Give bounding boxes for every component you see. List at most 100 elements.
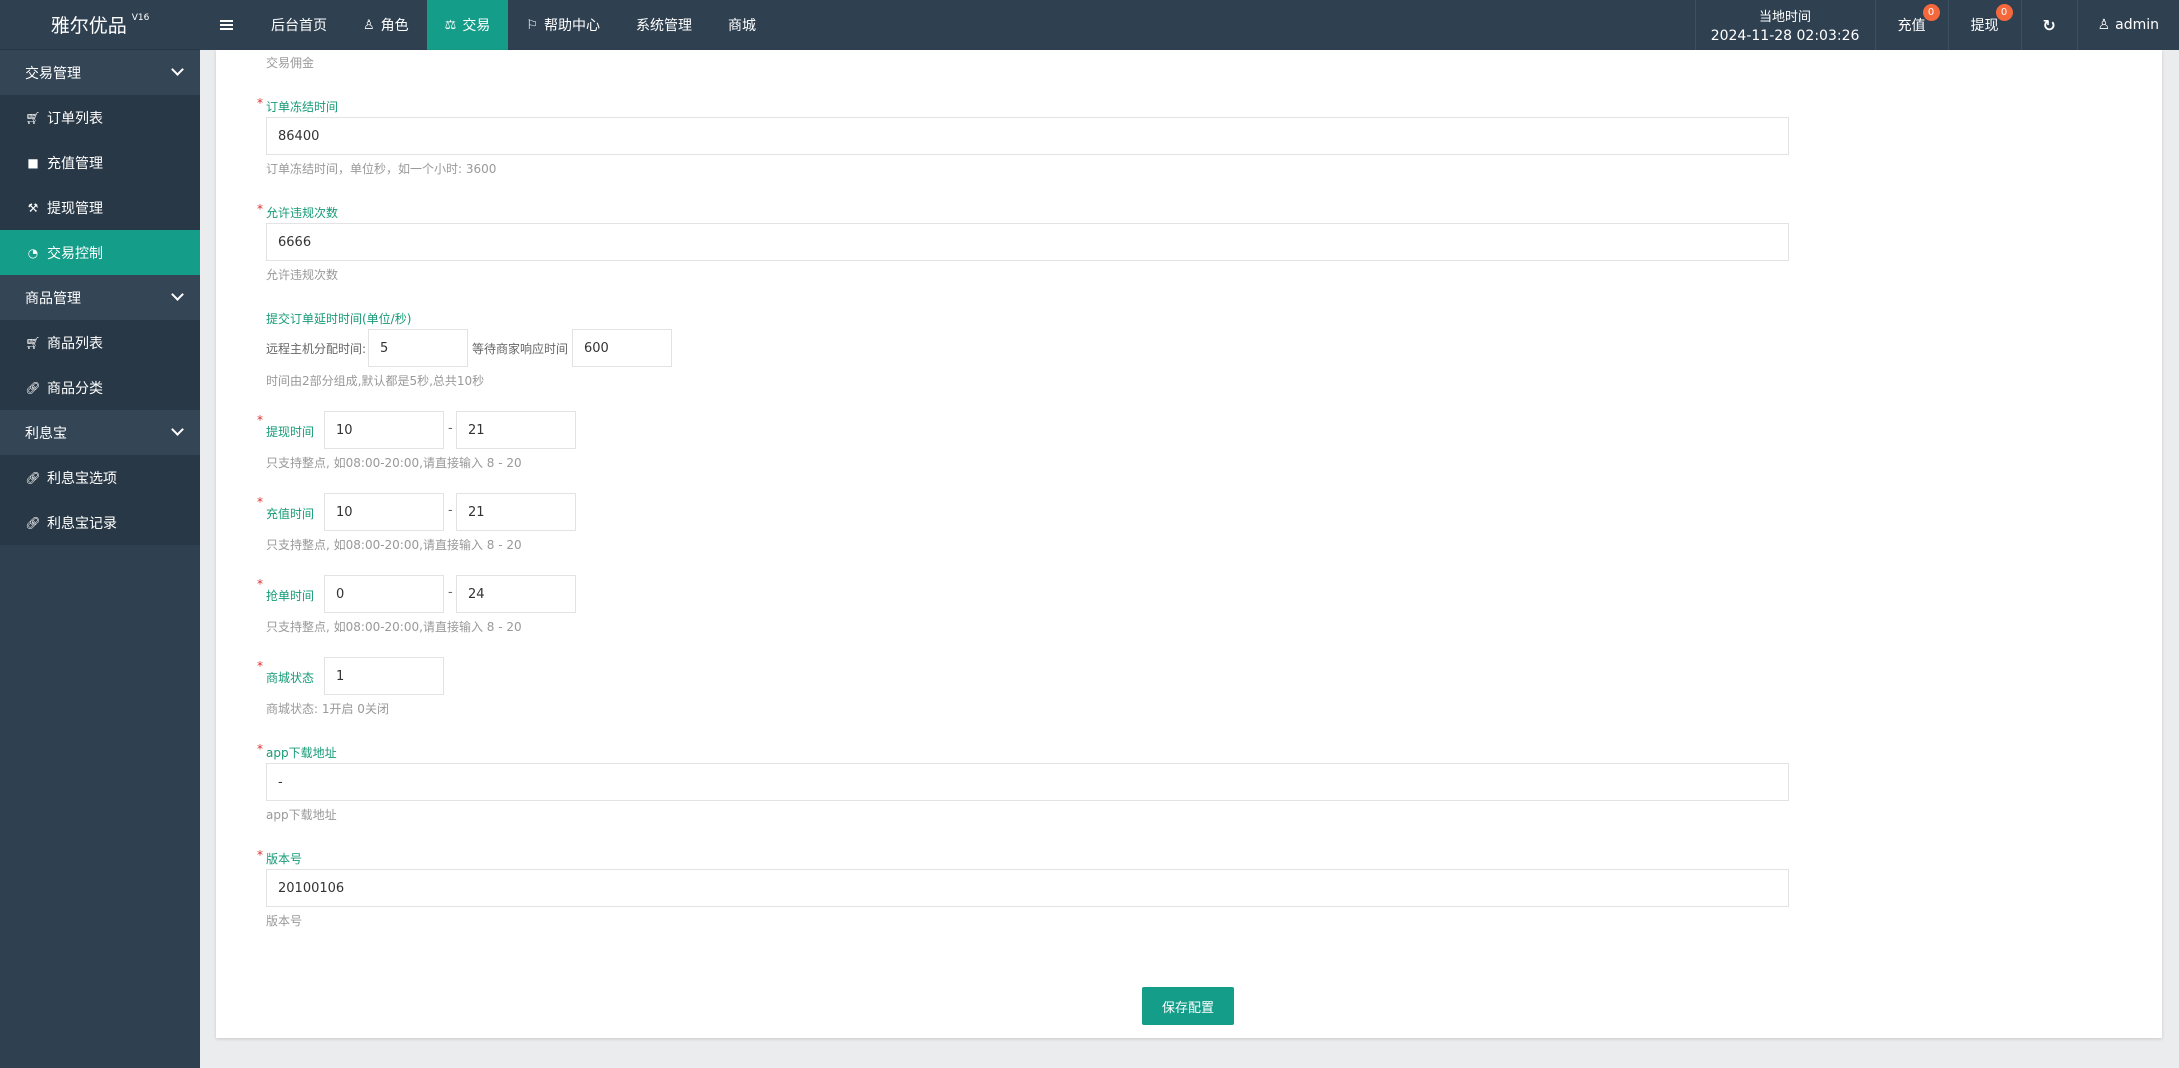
recharge-time-help: 只支持整点, 如08:00-20:00,请直接输入 8 - 20 — [266, 538, 522, 552]
withdraw-time-label: 提现时间 — [266, 425, 315, 439]
recharge-badge: 0 — [1922, 4, 1940, 21]
nav-trade[interactable]: ⚖ 交易 — [426, 0, 509, 50]
sidebar-group-label: 商品管理 — [25, 290, 81, 307]
version-label: 版本号 — [266, 852, 303, 866]
refresh-button[interactable]: ↻ — [2022, 0, 2078, 50]
nav-roles[interactable]: ♙ 角色 — [345, 0, 427, 50]
violations-label: 允许违规次数 — [266, 206, 339, 220]
chevron-down-icon — [171, 423, 184, 436]
cart-icon: 🛒︎ — [25, 110, 41, 125]
app-url-label: app下载地址 — [266, 746, 337, 760]
freeze-time-help: 订单冻结时间，单位秒，如一个小时: 3600 — [266, 162, 497, 176]
balance-icon: ⚖ — [444, 17, 457, 33]
chevron-down-icon — [171, 288, 184, 301]
config-panel: 交易佣金 * 订单冻结时间 86400 订单冻结时间，单位秒，如一个小时: 36… — [216, 50, 2162, 1038]
sidebar-group-trade[interactable]: 交易管理 — [0, 50, 200, 95]
sidebar-item-label: 利息宝记录 — [47, 515, 117, 532]
menu-toggle-button[interactable] — [200, 0, 253, 50]
link-icon: 🔗︎ — [25, 470, 41, 485]
menu-icon — [220, 20, 233, 30]
version-input[interactable]: 20100106 — [266, 869, 1789, 907]
cart-icon: 🛒︎ — [25, 335, 41, 350]
sidebar-item-label: 交易控制 — [47, 245, 103, 262]
mall-status-label: 商城状态 — [266, 671, 315, 685]
recharge-time-to[interactable]: 21 — [456, 493, 576, 531]
mall-status-help: 商城状态: 1开启 0关闭 — [266, 702, 389, 716]
merchant-time-label: 等待商家响应时间 — [472, 342, 569, 356]
grab-time-to[interactable]: 24 — [456, 575, 576, 613]
local-time: 当地时间 2024-11-28 02:03:26 — [1696, 0, 1876, 50]
required-mark: * — [257, 659, 263, 673]
link-icon: 🔗︎ — [25, 515, 41, 530]
freeze-time-label: 订单冻结时间 — [266, 100, 339, 114]
sidebar-item-product-category[interactable]: 🔗︎ 商品分类 — [0, 365, 200, 410]
flag-icon: ⚐ — [526, 17, 538, 33]
sidebar-item-label: 提现管理 — [47, 200, 103, 217]
sidebar-item-recharge[interactable]: ■ 充值管理 — [0, 140, 200, 185]
nav-label: 商城 — [727, 18, 756, 34]
sidebar-group-interest[interactable]: 利息宝 — [0, 410, 200, 455]
violations-input[interactable]: 6666 — [266, 223, 1789, 261]
commission-help: 交易佣金 — [266, 56, 315, 70]
required-mark: * — [257, 848, 263, 862]
nav-home[interactable]: 后台首页 — [253, 0, 345, 50]
chevron-down-icon — [171, 63, 184, 76]
refresh-icon: ↻ — [2042, 15, 2056, 35]
app-name: 雅尔优品 — [50, 15, 127, 37]
local-time-label: 当地时间 — [1759, 10, 1812, 25]
sidebar-item-trade-control[interactable]: ◔ 交易控制 — [0, 230, 200, 275]
nav-label: 系统管理 — [635, 18, 692, 34]
sidebar-group-products[interactable]: 商品管理 — [0, 275, 200, 320]
merchant-time-input[interactable]: 600 — [572, 329, 672, 367]
withdraw-badge: 0 — [1995, 4, 2013, 21]
save-config-button[interactable]: 保存配置 — [1142, 987, 1234, 1025]
sidebar: 雅尔优品 V16 交易管理 🛒︎ 订单列表 ■ 充值管理 ⚒ 提现管理 ◔ 交易控… — [0, 0, 200, 1068]
sidebar-item-label: 利息宝选项 — [47, 470, 117, 487]
header-right: 当地时间 2024-11-28 02:03:26 充值 0 提现 0 ↻ ♙ a… — [1694, 0, 2179, 50]
required-mark: * — [257, 577, 263, 591]
sidebar-item-product-list[interactable]: 🛒︎ 商品列表 — [0, 320, 200, 365]
withdraw-time-from[interactable]: 10 — [324, 411, 444, 449]
app-version: V16 — [131, 12, 150, 23]
withdraw-time-to[interactable]: 21 — [456, 411, 576, 449]
range-dash: - — [448, 585, 453, 600]
local-time-value: 2024-11-28 02:03:26 — [1710, 28, 1860, 44]
sidebar-item-label: 订单列表 — [47, 110, 103, 127]
required-mark: * — [257, 202, 263, 216]
sidebar-item-interest-records[interactable]: 🔗︎ 利息宝记录 — [0, 500, 200, 545]
sidebar-item-orders[interactable]: 🛒︎ 订单列表 — [0, 95, 200, 140]
comment-icon: ■ — [27, 155, 39, 170]
required-mark: * — [257, 96, 263, 110]
top-header: 后台首页 ♙ 角色 ⚖ 交易 ⚐ 帮助中心 系统管理 商城 当地时间 2024-… — [200, 0, 2179, 50]
app-url-input[interactable]: - — [266, 763, 1789, 801]
recharge-label: 充值 — [1897, 18, 1926, 34]
nav-label: 后台首页 — [271, 18, 327, 34]
app-url-help: app下载地址 — [266, 808, 337, 822]
nav-label: 帮助中心 — [543, 18, 600, 34]
nav-label: 角色 — [380, 18, 409, 34]
nav-help[interactable]: ⚐ 帮助中心 — [508, 0, 618, 50]
mall-status-input[interactable]: 1 — [324, 657, 444, 695]
recharge-time-from[interactable]: 10 — [324, 493, 444, 531]
sidebar-group-label: 交易管理 — [25, 65, 81, 82]
sidebar-item-label: 商品列表 — [47, 335, 103, 352]
nav-mall[interactable]: 商城 — [710, 0, 774, 50]
sidebar-item-interest-options[interactable]: 🔗︎ 利息宝选项 — [0, 455, 200, 500]
app-logo[interactable]: 雅尔优品 V16 — [0, 0, 200, 50]
user-icon: ♙ — [363, 17, 375, 33]
sidebar-item-label: 充值管理 — [47, 155, 103, 172]
user-menu[interactable]: ♙ admin — [2078, 0, 2179, 50]
withdraw-time-help: 只支持整点, 如08:00-20:00,请直接输入 8 - 20 — [266, 456, 522, 470]
grab-time-from[interactable]: 0 — [324, 575, 444, 613]
nav-system[interactable]: 系统管理 — [618, 0, 710, 50]
sidebar-item-withdraw[interactable]: ⚒ 提现管理 — [0, 185, 200, 230]
grab-time-label: 抢单时间 — [266, 589, 315, 603]
recharge-button[interactable]: 充值 0 — [1876, 0, 1949, 50]
range-dash: - — [448, 503, 453, 518]
link-icon: 🔗︎ — [25, 380, 41, 395]
freeze-time-input[interactable]: 86400 — [266, 117, 1789, 155]
withdraw-button[interactable]: 提现 0 — [1949, 0, 2022, 50]
user-name: admin — [2115, 17, 2159, 33]
host-time-input[interactable]: 5 — [368, 329, 468, 367]
dashboard-icon: ◔ — [27, 245, 39, 260]
